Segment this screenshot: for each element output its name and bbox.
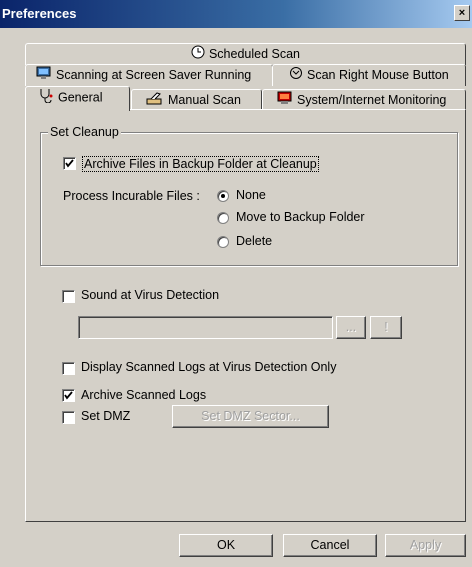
apply-button[interactable]: Apply	[385, 534, 466, 557]
tab-label: Scheduled Scan	[208, 47, 301, 61]
window-title: Preferences	[2, 6, 77, 21]
tab-system-monitoring[interactable]: System/Internet Monitoring	[262, 89, 466, 111]
stethoscope-icon	[38, 87, 54, 109]
radio-move-to-backup-label[interactable]: Move to Backup Folder	[236, 210, 365, 224]
process-incurable-label: Process Incurable Files :	[63, 189, 200, 203]
radio-selected-dot	[221, 194, 225, 198]
browse-button[interactable]: ...	[336, 316, 366, 339]
tab-label: Manual Scan	[168, 93, 241, 107]
preferences-window: Preferences × Scheduled Scan Scanning at…	[0, 0, 472, 567]
tab-manual-scan[interactable]: Manual Scan	[131, 89, 262, 111]
display-logs-checkbox[interactable]	[62, 362, 75, 375]
radio-none[interactable]	[217, 190, 229, 202]
dmz-label[interactable]: Set DMZ	[81, 409, 130, 423]
sound-checkbox[interactable]	[62, 290, 75, 303]
sound-file-field[interactable]	[78, 316, 333, 339]
tab-scheduled-scan[interactable]: Scheduled Scan	[25, 43, 466, 65]
manual-scan-icon	[146, 91, 164, 111]
tab-general[interactable]: General	[25, 86, 130, 111]
radio-none-label[interactable]: None	[236, 188, 266, 202]
archive-logs-label[interactable]: Archive Scanned Logs	[81, 388, 206, 402]
tab-label: General	[58, 90, 103, 105]
ok-button[interactable]: OK	[179, 534, 273, 557]
tab-label: Scanning at Screen Saver Running	[56, 68, 252, 82]
title-bar: Preferences ×	[0, 0, 472, 28]
cancel-button[interactable]: Cancel	[283, 534, 377, 557]
archive-files-label[interactable]: Archive Files in Backup Folder at Cleanu…	[82, 156, 319, 172]
set-dmz-sector-button[interactable]: Set DMZ Sector...	[172, 405, 329, 428]
display-logs-label[interactable]: Display Scanned Logs at Virus Detection …	[81, 360, 336, 374]
close-icon: ×	[458, 7, 466, 19]
tab-screen-saver[interactable]: Scanning at Screen Saver Running	[25, 64, 273, 86]
tab-label: System/Internet Monitoring	[297, 93, 447, 107]
tab-label: Scan Right Mouse Button	[307, 68, 449, 82]
dmz-checkbox[interactable]	[62, 411, 75, 424]
close-button[interactable]: ×	[454, 5, 470, 21]
cleanup-group-title: Set Cleanup	[48, 125, 121, 139]
mouse-icon	[289, 66, 303, 86]
screensaver-icon	[36, 66, 52, 86]
clock-icon	[191, 45, 205, 65]
radio-delete-label[interactable]: Delete	[236, 234, 272, 248]
radio-delete[interactable]	[217, 236, 229, 248]
play-button[interactable]: !	[370, 316, 402, 339]
archive-files-checkbox[interactable]	[63, 157, 76, 170]
archive-logs-checkbox[interactable]	[62, 389, 75, 402]
tab-right-mouse[interactable]: Scan Right Mouse Button	[272, 64, 466, 86]
sound-label[interactable]: Sound at Virus Detection	[81, 288, 219, 302]
radio-move-to-backup[interactable]	[217, 212, 229, 224]
monitor-icon	[277, 91, 293, 111]
